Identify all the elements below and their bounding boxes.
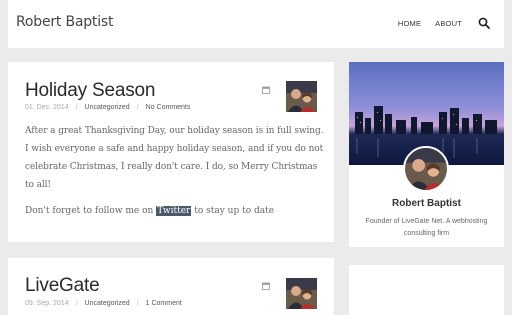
post-comments[interactable]: No Comments xyxy=(146,104,191,111)
meta-separator: / xyxy=(75,300,78,307)
post-excerpt: After a great Thanksgiving Day, our holi… xyxy=(25,126,324,190)
post-meta: 01. Dec. 2014 / Uncategorized / No Comme… xyxy=(25,104,190,111)
nav-about[interactable]: ABOUT xyxy=(435,19,462,28)
calendar-icon xyxy=(262,86,270,94)
follow-line: Don't forget to follow me on Twitter to … xyxy=(25,206,274,216)
post-thumbnail[interactable] xyxy=(286,278,317,309)
post-meta: 09. Sep. 2014 / Uncategorized / 1 Commen… xyxy=(25,300,182,307)
meta-separator: / xyxy=(136,300,139,307)
profile-avatar[interactable] xyxy=(403,146,449,192)
profile-bio: Founder of LiveGate Net. A webhosting co… xyxy=(365,218,488,237)
profile-name: Robert Baptist xyxy=(392,198,461,209)
post-card: Holiday Season 01. Dec. 2014 / Uncategor… xyxy=(8,62,334,242)
profile-widget: Robert Baptist Founder of LiveGate Net. … xyxy=(349,62,504,247)
meta-separator: / xyxy=(136,104,139,111)
calendar-icon xyxy=(262,282,270,290)
main-nav: HOME ABOUT xyxy=(398,19,462,28)
follow-prefix: Don't forget to follow me on xyxy=(25,206,154,216)
post-category[interactable]: Uncategorized xyxy=(85,300,130,307)
post-card: LiveGate 09. Sep. 2014 / Uncategorized /… xyxy=(8,258,334,315)
meta-separator: / xyxy=(75,104,78,111)
post-thumbnail[interactable] xyxy=(286,81,317,112)
nav-home[interactable]: HOME xyxy=(398,19,421,28)
post-title[interactable]: Holiday Season xyxy=(25,80,155,102)
site-header: Robert Baptist HOME ABOUT xyxy=(8,0,504,48)
post-comments[interactable]: 1 Comment xyxy=(146,300,182,307)
site-title[interactable]: Robert Baptist xyxy=(16,14,113,30)
twitter-link[interactable]: Twitter xyxy=(156,206,192,216)
post-date: 01. Dec. 2014 xyxy=(25,104,69,111)
post-date: 09. Sep. 2014 xyxy=(25,300,69,307)
sidebar-widget xyxy=(349,265,504,315)
post-title[interactable]: LiveGate xyxy=(25,275,100,297)
post-category[interactable]: Uncategorized xyxy=(85,104,130,111)
follow-suffix: to stay up to date xyxy=(194,206,275,216)
search-icon[interactable] xyxy=(478,17,490,29)
